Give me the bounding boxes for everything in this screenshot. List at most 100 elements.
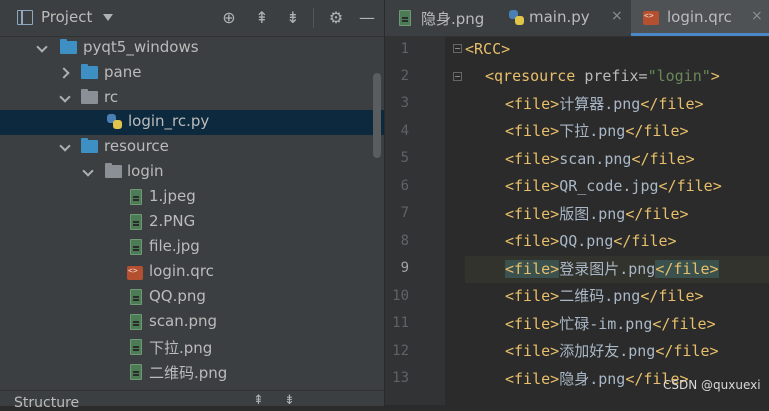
target-icon[interactable]: ⊕ bbox=[218, 7, 240, 29]
code-text: 添加好友.png bbox=[559, 342, 656, 360]
code-tag: </file> bbox=[625, 122, 689, 140]
code-text: 隐身.png bbox=[559, 370, 626, 388]
code-tag: </file> bbox=[640, 95, 704, 113]
tab-main-py[interactable]: main.py × bbox=[503, 0, 631, 36]
chevron-right-icon[interactable] bbox=[60, 67, 70, 77]
line-number: 8 bbox=[400, 233, 409, 249]
image-file-icon bbox=[130, 289, 142, 305]
line-number: 10 bbox=[392, 288, 409, 304]
tree-item-label: QQ.png bbox=[149, 287, 206, 305]
code-area[interactable]: <RCC> <qresource prefix="login"> <file>计… bbox=[465, 36, 769, 405]
tree-item-scan-png[interactable]: scan.png bbox=[0, 310, 384, 335]
line-number: 11 bbox=[392, 315, 409, 331]
chevron-down-icon[interactable] bbox=[37, 42, 47, 52]
project-window-icon bbox=[17, 10, 33, 25]
fold-marker-icon[interactable] bbox=[453, 72, 462, 81]
code-tag: <file> bbox=[505, 205, 560, 223]
code-tag: <file> bbox=[505, 315, 560, 333]
project-title[interactable]: Project bbox=[41, 8, 92, 26]
tree-item-login[interactable]: login bbox=[0, 160, 384, 185]
code-text: 下拉.png bbox=[559, 122, 626, 140]
qrc-file-icon bbox=[643, 11, 659, 25]
code-tag: <file> bbox=[505, 150, 560, 168]
code-text: 二维码.png bbox=[559, 287, 641, 305]
code-tag: <qresource bbox=[485, 67, 585, 85]
code-line: <file>版图.png</file> bbox=[505, 201, 689, 228]
folder-icon bbox=[81, 89, 98, 104]
expand-all-icon[interactable]: ⇞ bbox=[251, 7, 273, 29]
code-line: <file>忙碌-im.png</file> bbox=[505, 311, 716, 338]
tree-scrollbar[interactable] bbox=[373, 73, 381, 158]
code-string: "login" bbox=[647, 67, 711, 85]
code-tag: <file> bbox=[505, 370, 560, 388]
tree-item-login-rc-py[interactable]: login_rc.py bbox=[0, 110, 384, 135]
tree-item-label: resource bbox=[104, 137, 169, 155]
chevron-down-icon[interactable] bbox=[60, 92, 70, 102]
structure-title[interactable]: Structure bbox=[14, 395, 79, 411]
tree-item-label: 二维码.png bbox=[149, 364, 228, 382]
code-text: 忙碌-im.png bbox=[559, 315, 653, 333]
code-text: 计算器.png bbox=[559, 95, 641, 113]
editor-tab-bar: 隐身.png main.py × login.qrc × bbox=[385, 0, 769, 37]
tree-item-label: 下拉.png bbox=[149, 339, 213, 357]
image-file-icon bbox=[399, 10, 411, 26]
code-tag: <file> bbox=[505, 287, 560, 305]
code-text: QR_code.jpg bbox=[559, 177, 659, 195]
tree-item-qq-png[interactable]: QQ.png bbox=[0, 285, 384, 310]
tree-item-1-jpeg[interactable]: 1.jpeg bbox=[0, 185, 384, 210]
line-number: 4 bbox=[400, 123, 409, 139]
tree-item-2-png[interactable]: 2.PNG bbox=[0, 210, 384, 235]
fold-marker-icon[interactable] bbox=[453, 44, 462, 53]
project-header: Project ⊕ ⇞ ⇟ ⚙ — bbox=[0, 0, 384, 37]
code-line: <file>计算器.png</file> bbox=[505, 91, 704, 118]
code-attribute: prefix= bbox=[584, 67, 648, 85]
code-tag: <file> bbox=[505, 342, 560, 360]
folder-icon bbox=[81, 64, 98, 79]
code-line: <qresource prefix="login"> bbox=[485, 63, 720, 90]
image-file-icon bbox=[130, 239, 142, 255]
code-text: QQ.png bbox=[559, 232, 614, 250]
tree-item-pyqt5-windows[interactable]: pyqt5_windows bbox=[0, 36, 384, 61]
chevron-down-icon[interactable] bbox=[83, 166, 93, 176]
tree-item-rc[interactable]: rc bbox=[0, 86, 384, 111]
tab-login-qrc[interactable]: login.qrc × bbox=[631, 0, 769, 36]
code-tag: <file> bbox=[505, 177, 560, 195]
tree-item-file-jpg[interactable]: file.jpg bbox=[0, 235, 384, 260]
tree-item-label: 1.jpeg bbox=[149, 187, 196, 205]
tree-item-label: pane bbox=[104, 63, 142, 81]
tree-item-login-qrc[interactable]: login.qrc bbox=[0, 260, 384, 285]
chevron-down-icon[interactable] bbox=[60, 141, 70, 151]
close-icon[interactable]: × bbox=[611, 8, 623, 24]
collapse-all-icon[interactable]: ⇟ bbox=[282, 7, 304, 29]
code-line: <file>QQ.png</file> bbox=[505, 228, 677, 255]
tree-item-pane[interactable]: pane bbox=[0, 61, 384, 86]
line-number: 1 bbox=[400, 41, 409, 57]
close-icon[interactable]: × bbox=[751, 8, 763, 24]
line-number: 3 bbox=[400, 95, 409, 111]
tree-item-label: 2.PNG bbox=[149, 212, 196, 230]
line-number: 6 bbox=[400, 178, 409, 194]
expand-all-icon[interactable]: ⇞ bbox=[253, 393, 273, 408]
tree-item-resource[interactable]: resource bbox=[0, 135, 384, 160]
folder-icon bbox=[105, 163, 122, 178]
code-tag: <RCC> bbox=[465, 40, 511, 58]
tree-item-label: pyqt5_windows bbox=[83, 38, 199, 56]
gear-icon[interactable]: ⚙ bbox=[325, 7, 347, 29]
code-text: 登录图片.png bbox=[559, 260, 656, 278]
code-tag-matched: <file> bbox=[505, 260, 560, 278]
code-tag: </file> bbox=[652, 315, 716, 333]
tree-item-erweima-png[interactable]: 二维码.png bbox=[0, 360, 384, 385]
qrc-file-icon bbox=[127, 266, 143, 280]
collapse-all-icon[interactable]: ⇟ bbox=[284, 393, 304, 408]
code-tag: <file> bbox=[505, 122, 560, 140]
watermark: CSDN @quxuexi bbox=[663, 378, 761, 392]
tab-yinshen-png[interactable]: 隐身.png bbox=[385, 0, 503, 36]
structure-panel-header: Structure ⇞ ⇟ bbox=[0, 390, 384, 411]
tree-item-label: login.qrc bbox=[149, 262, 214, 280]
python-file-icon bbox=[107, 114, 123, 130]
tree-item-xiala-png[interactable]: 下拉.png bbox=[0, 335, 384, 360]
chevron-down-icon[interactable] bbox=[103, 14, 113, 21]
hide-icon[interactable]: — bbox=[356, 7, 378, 29]
tree-item-label: login_rc.py bbox=[128, 112, 210, 130]
tree-item-label: rc bbox=[104, 88, 119, 106]
